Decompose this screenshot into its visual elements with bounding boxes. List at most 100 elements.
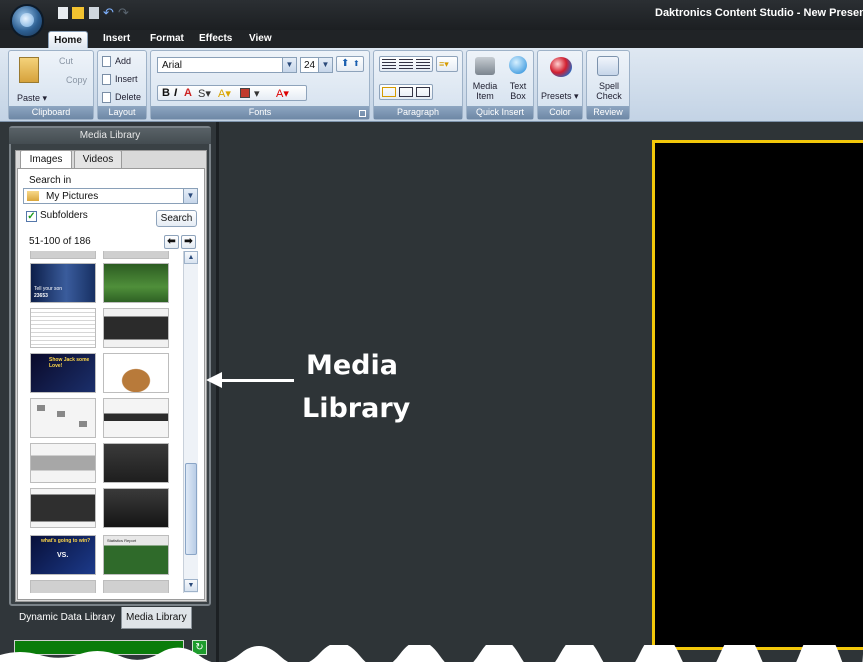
window-title: Daktronics Content Studio - New Presenta… (655, 7, 863, 19)
layout-group: Add Insert Delete Layout (97, 50, 147, 120)
tab-insert[interactable]: Insert (97, 30, 136, 48)
torn-edge-decoration (0, 645, 863, 662)
font-name-select[interactable]: Arial ▼ (157, 57, 297, 73)
line-spacing-button[interactable]: ≡▾ (436, 56, 458, 72)
thumbnail-image[interactable] (103, 488, 169, 528)
chevron-down-icon[interactable]: ▼ (282, 58, 296, 72)
fill-color-icon[interactable] (240, 88, 250, 98)
thumbnail-image[interactable] (103, 263, 169, 303)
italic-icon[interactable]: I (174, 87, 177, 99)
align-middle-icon[interactable] (399, 87, 413, 97)
thumbnail-partial[interactable] (30, 580, 96, 593)
thumbnail-partial[interactable] (30, 251, 96, 259)
presets-button[interactable]: Presets ▾ (541, 91, 579, 102)
redo-icon[interactable]: ↷ (118, 5, 129, 21)
color-group-label: Color (538, 106, 582, 119)
panel-splitter[interactable] (216, 122, 219, 662)
thumbnail-image[interactable]: Tell your son 23653 (30, 263, 96, 303)
strikethrough-icon[interactable]: S▾ (198, 87, 211, 100)
thumbnail-image[interactable] (103, 353, 169, 393)
chevron-down-icon[interactable]: ▼ (183, 189, 197, 203)
search-in-select[interactable]: My Pictures ▼ (23, 188, 198, 204)
color-presets-icon (550, 57, 572, 77)
media-library-title: Media Library (9, 128, 211, 144)
thumbnail-image[interactable] (103, 308, 169, 348)
text-box-button[interactable]: Text Box (505, 81, 531, 101)
align-bottom-icon[interactable] (416, 87, 430, 97)
arrow-left-icon: ⬅ (167, 236, 176, 247)
application-menu-button[interactable] (10, 4, 44, 38)
presentation-canvas[interactable] (652, 140, 863, 650)
add-button[interactable]: Add (115, 56, 131, 66)
paste-button[interactable]: Paste ▾ (17, 93, 47, 104)
text-effect-icon[interactable]: A (184, 87, 192, 99)
save-icon[interactable] (89, 7, 99, 19)
thumb-vs: VS. (57, 552, 69, 559)
previous-page-button[interactable]: ⬅ (164, 235, 179, 249)
highlight-icon[interactable]: A▾ (218, 87, 231, 100)
undo-icon[interactable]: ↶ (103, 5, 114, 21)
align-buttons (379, 56, 433, 72)
thumbnail-image[interactable] (30, 398, 96, 438)
clipboard-group-label: Clipboard (9, 106, 93, 119)
insert-button[interactable]: Insert (115, 74, 138, 84)
search-button[interactable]: Search (156, 210, 197, 227)
next-page-button[interactable]: ➡ (181, 235, 196, 249)
font-format-toolbar: B I A S▾ A▾ ▾ A▾ (157, 85, 307, 101)
fill-color-dropdown-icon[interactable]: ▾ (254, 87, 260, 100)
new-file-icon[interactable] (58, 7, 68, 19)
fonts-dialog-launcher-icon[interactable] (359, 110, 366, 117)
thumbnail-partial[interactable] (103, 580, 169, 593)
paging-label: 51-100 of 186 (29, 236, 91, 247)
tab-media-library[interactable]: Media Library (121, 607, 192, 629)
media-item-button[interactable]: Media Item (470, 81, 500, 101)
quick-insert-group-label: Quick Insert (467, 106, 533, 119)
thumbnail-image[interactable] (30, 488, 96, 528)
thumbnail-grid: Tell your son 23653 Show Jack some Love!… (23, 251, 183, 593)
tab-format[interactable]: Format (144, 30, 190, 48)
scroll-down-button[interactable]: ▼ (184, 579, 198, 592)
spell-check-button[interactable]: Spell Check (592, 81, 626, 101)
thumbnail-image[interactable] (30, 308, 96, 348)
thumbnail-image[interactable] (103, 398, 169, 438)
thumbnail-image[interactable]: what's going to win? VS. (30, 535, 96, 575)
insert-slide-icon (102, 74, 111, 85)
fonts-group-label: Fonts (151, 106, 369, 119)
tab-videos[interactable]: Videos (74, 150, 122, 168)
thumbnail-image[interactable]: Show Jack some Love! (30, 353, 96, 393)
thumbnail-image[interactable]: Statistics Report (103, 535, 169, 575)
subfolders-checkbox[interactable]: ✓ (26, 211, 37, 222)
review-group: Spell Check Review (586, 50, 630, 120)
cut-button[interactable]: Cut (59, 56, 73, 66)
align-top-icon[interactable] (382, 87, 396, 97)
tab-effects[interactable]: Effects (193, 30, 238, 48)
open-folder-icon[interactable] (72, 7, 84, 19)
font-size-select[interactable]: 24 ▼ (300, 57, 333, 73)
chevron-down-icon[interactable]: ▼ (318, 58, 332, 72)
thumbnail-scrollbar[interactable]: ▲ ▼ (183, 251, 198, 593)
scroll-up-button[interactable]: ▲ (184, 251, 198, 264)
thumbnail-partial[interactable] (103, 251, 169, 259)
copy-button[interactable]: Copy (66, 75, 87, 85)
paragraph-group-label: Paragraph (374, 106, 462, 119)
align-center-icon[interactable] (399, 59, 413, 69)
thumb-caption: Statistics Report (107, 538, 137, 543)
color-group: Presets ▾ Color (537, 50, 583, 120)
font-color-icon[interactable]: A▾ (276, 87, 289, 100)
grow-shrink-font-button[interactable]: ⬆ ⬆ (336, 56, 364, 72)
tab-view[interactable]: View (243, 30, 278, 48)
tab-dynamic-data-library[interactable]: Dynamic Data Library (15, 607, 119, 629)
thumbnail-image[interactable] (103, 443, 169, 483)
delete-button[interactable]: Delete (115, 92, 141, 102)
scrollbar-thumb[interactable] (185, 463, 197, 555)
paste-icon[interactable] (19, 57, 39, 83)
tab-home[interactable]: Home (48, 31, 88, 48)
align-right-icon[interactable] (416, 59, 430, 69)
bold-icon[interactable]: B (162, 87, 170, 99)
align-left-icon[interactable] (382, 59, 396, 69)
thumbnail-image[interactable] (30, 443, 96, 483)
shrink-font-icon: ⬆ (353, 59, 360, 68)
line-spacing-icon: ≡▾ (439, 59, 449, 69)
thumb-caption: what's going to win? (41, 538, 91, 544)
tab-images[interactable]: Images (20, 150, 72, 168)
